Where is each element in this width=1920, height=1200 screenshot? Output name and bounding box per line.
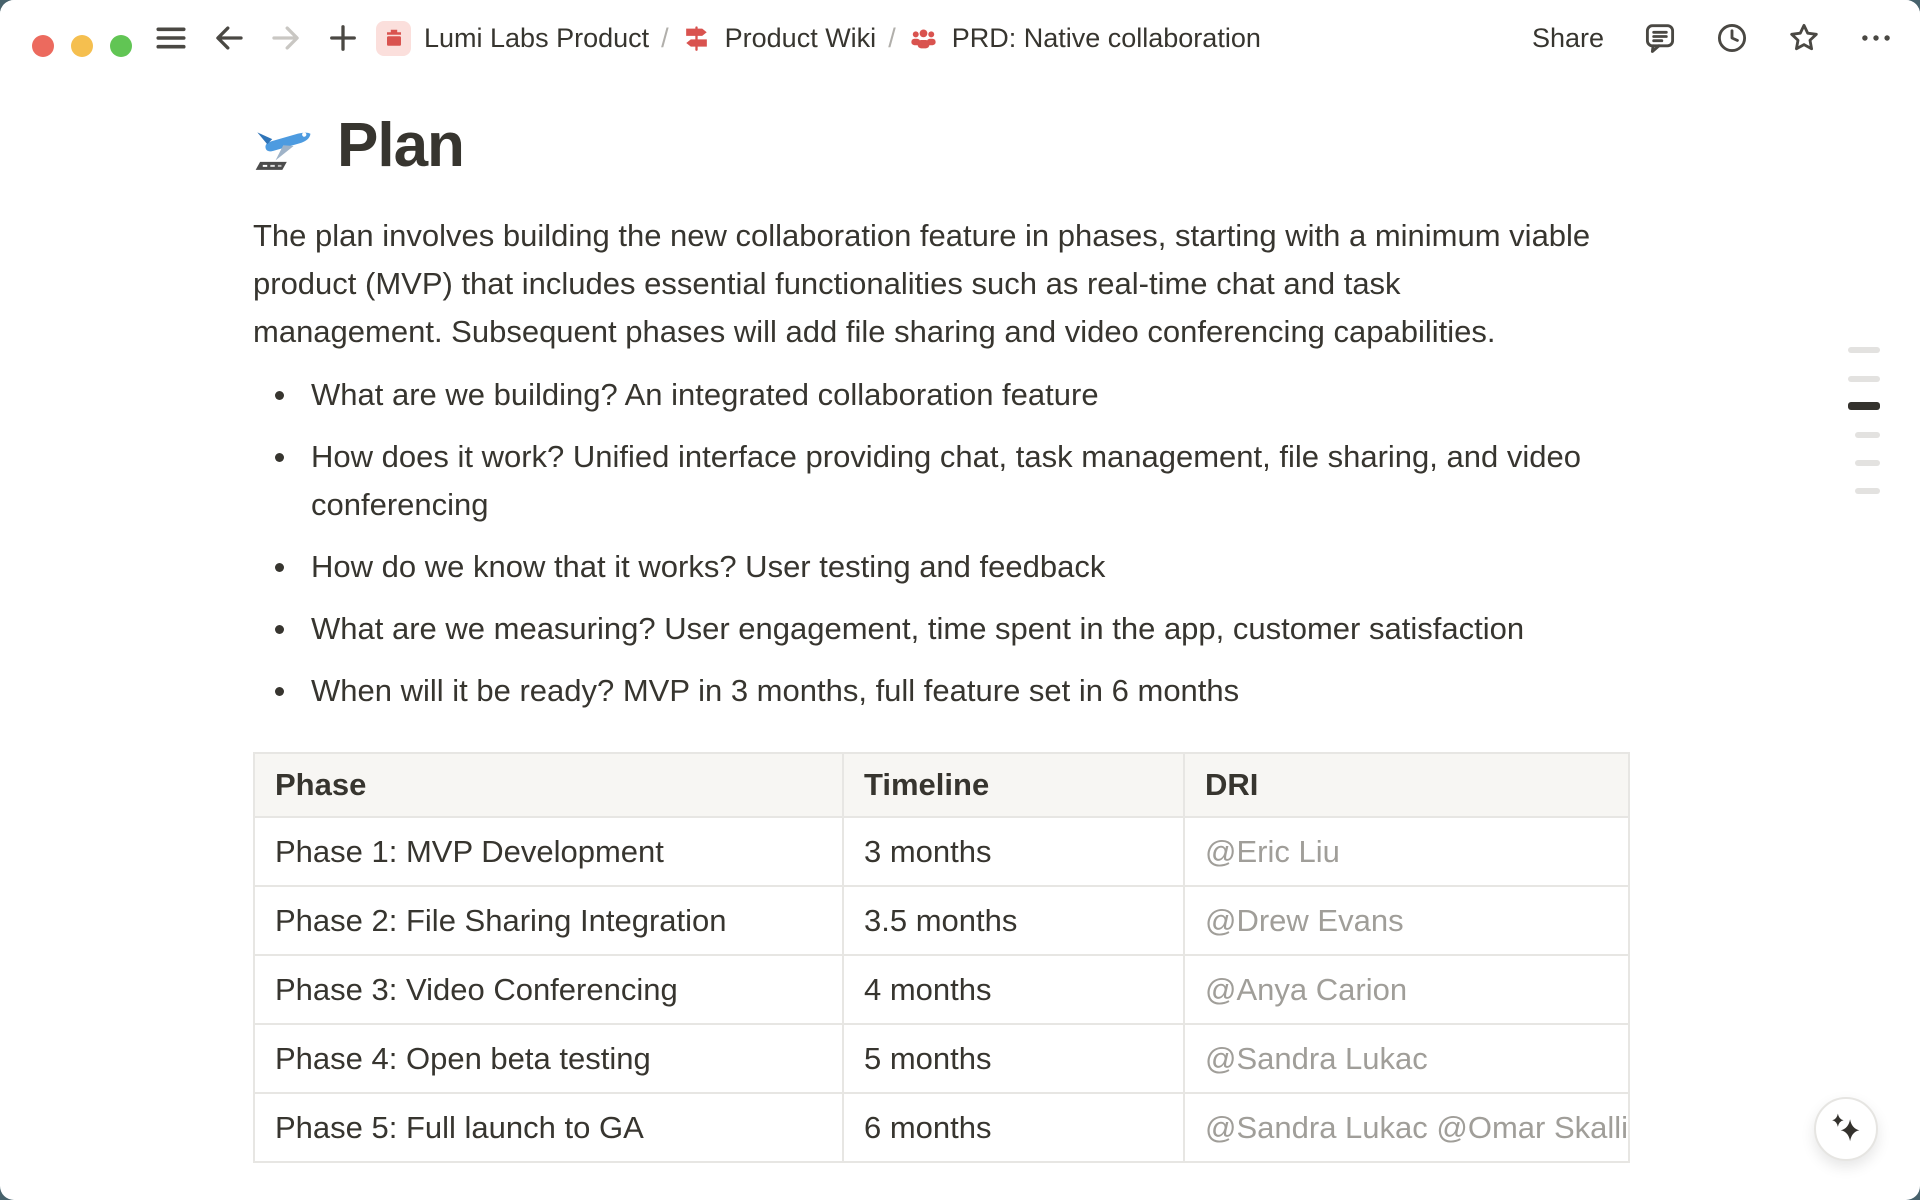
page-title-row: Plan [253, 106, 464, 184]
notion-window: Lumi Labs Product / Product Wiki / [0, 0, 1920, 1200]
more-ellipsis-icon[interactable] [1858, 20, 1894, 56]
outline-bar[interactable] [1855, 460, 1880, 466]
bullet-dot-icon [275, 453, 284, 462]
sidebar-menu-icon[interactable] [153, 20, 189, 56]
intro-line: product (MVP) that includes essential fu… [253, 260, 1743, 308]
table-row: Phase 1: MVP Development 3 months @Eric … [254, 817, 1629, 886]
ai-assistant-button[interactable] [1814, 1097, 1878, 1161]
outline-bar[interactable] [1848, 347, 1880, 353]
outline-bar[interactable] [1855, 432, 1880, 438]
cell-timeline[interactable]: 6 months [843, 1093, 1184, 1162]
bullet-text: When will it be ready? MVP in 3 months, … [311, 667, 1743, 715]
list-item[interactable]: How do we know that it works? User testi… [253, 543, 1743, 591]
briefcase-icon [376, 21, 411, 56]
list-item[interactable]: How does it work? Unified interface prov… [253, 433, 1743, 529]
signpost-icon [681, 23, 712, 54]
cell-dri-mention[interactable]: @Sandra Lukac [1184, 1024, 1629, 1093]
breadcrumb-item-wiki[interactable]: Product Wiki [681, 23, 877, 54]
breadcrumb-item-workspace[interactable]: Lumi Labs Product [376, 21, 649, 56]
breadcrumb: Lumi Labs Product / Product Wiki / [376, 0, 1261, 76]
breadcrumb-separator: / [888, 23, 896, 54]
breadcrumb-label: PRD: Native collaboration [952, 23, 1261, 54]
intro-line: management. Subsequent phases will add f… [253, 308, 1743, 356]
bullet-dot-icon [275, 391, 284, 400]
bullet-dot-icon [275, 563, 284, 572]
share-button[interactable]: Share [1532, 23, 1604, 54]
breadcrumb-label: Product Wiki [725, 23, 877, 54]
window-minimize-button[interactable] [71, 35, 93, 57]
cell-dri-mention[interactable]: @Anya Carion [1184, 955, 1629, 1024]
intro-paragraph[interactable]: The plan involves building the new colla… [253, 212, 1743, 356]
people-icon [908, 23, 939, 54]
column-header-dri[interactable]: DRI [1184, 753, 1629, 817]
outline-bar-active[interactable] [1848, 402, 1880, 410]
cell-timeline[interactable]: 3 months [843, 817, 1184, 886]
column-header-phase[interactable]: Phase [254, 753, 843, 817]
cell-phase[interactable]: Phase 3: Video Conferencing [254, 955, 843, 1024]
cell-timeline[interactable]: 3.5 months [843, 886, 1184, 955]
table-row: Phase 5: Full launch to GA 6 months @San… [254, 1093, 1629, 1162]
back-arrow-icon[interactable] [211, 20, 247, 56]
bullet-dot-icon [275, 687, 284, 696]
bullet-text: How does it work? Unified interface prov… [311, 433, 1743, 481]
cell-dri-mention[interactable]: @Drew Evans [1184, 886, 1629, 955]
new-page-plus-icon[interactable] [325, 20, 361, 56]
cell-phase[interactable]: Phase 1: MVP Development [254, 817, 843, 886]
cell-phase[interactable]: Phase 5: Full launch to GA [254, 1093, 843, 1162]
airplane-departure-emoji [253, 113, 317, 177]
bullet-text: What are we measuring? User engagement, … [311, 605, 1743, 653]
bullet-text: conferencing [311, 481, 1743, 529]
comments-icon[interactable] [1642, 20, 1678, 56]
breadcrumb-item-page[interactable]: PRD: Native collaboration [908, 23, 1261, 54]
table-header-row: Phase Timeline DRI [254, 753, 1629, 817]
cell-phase[interactable]: Phase 4: Open beta testing [254, 1024, 843, 1093]
page-title[interactable]: Plan [337, 110, 464, 181]
updates-clock-icon[interactable] [1714, 20, 1750, 56]
bullet-text: What are we building? An integrated coll… [311, 371, 1743, 419]
cell-timeline[interactable]: 5 months [843, 1024, 1184, 1093]
table-row: Phase 2: File Sharing Integration 3.5 mo… [254, 886, 1629, 955]
bullet-dot-icon [275, 625, 284, 634]
topbar: Lumi Labs Product / Product Wiki / [0, 0, 1920, 76]
cell-phase[interactable]: Phase 2: File Sharing Integration [254, 886, 843, 955]
phase-table: Phase Timeline DRI Phase 1: MVP Developm… [253, 752, 1630, 1163]
window-zoom-button[interactable] [110, 35, 132, 57]
list-item[interactable]: What are we building? An integrated coll… [253, 371, 1743, 419]
intro-line: The plan involves building the new colla… [253, 212, 1743, 260]
column-header-timeline[interactable]: Timeline [843, 753, 1184, 817]
bullet-text: How do we know that it works? User testi… [311, 543, 1743, 591]
list-item[interactable]: What are we measuring? User engagement, … [253, 605, 1743, 653]
topbar-actions: Share [1532, 0, 1894, 76]
cell-dri-mention[interactable]: @Eric Liu [1184, 817, 1629, 886]
cell-timeline[interactable]: 4 months [843, 955, 1184, 1024]
forward-arrow-icon [268, 20, 304, 56]
outline-bar[interactable] [1848, 376, 1880, 382]
outline-bar[interactable] [1855, 488, 1880, 494]
bullet-list: What are we building? An integrated coll… [253, 371, 1743, 729]
list-item[interactable]: When will it be ready? MVP in 3 months, … [253, 667, 1743, 715]
table-row: Phase 3: Video Conferencing 4 months @An… [254, 955, 1629, 1024]
cell-dri-mention[interactable]: @Sandra Lukac @Omar Skalli [1184, 1093, 1629, 1162]
table-row: Phase 4: Open beta testing 5 months @San… [254, 1024, 1629, 1093]
favorite-star-icon[interactable] [1786, 20, 1822, 56]
window-close-button[interactable] [32, 35, 54, 57]
breadcrumb-label: Lumi Labs Product [424, 23, 649, 54]
breadcrumb-separator: / [661, 23, 669, 54]
sparkles-icon [1820, 1103, 1872, 1155]
